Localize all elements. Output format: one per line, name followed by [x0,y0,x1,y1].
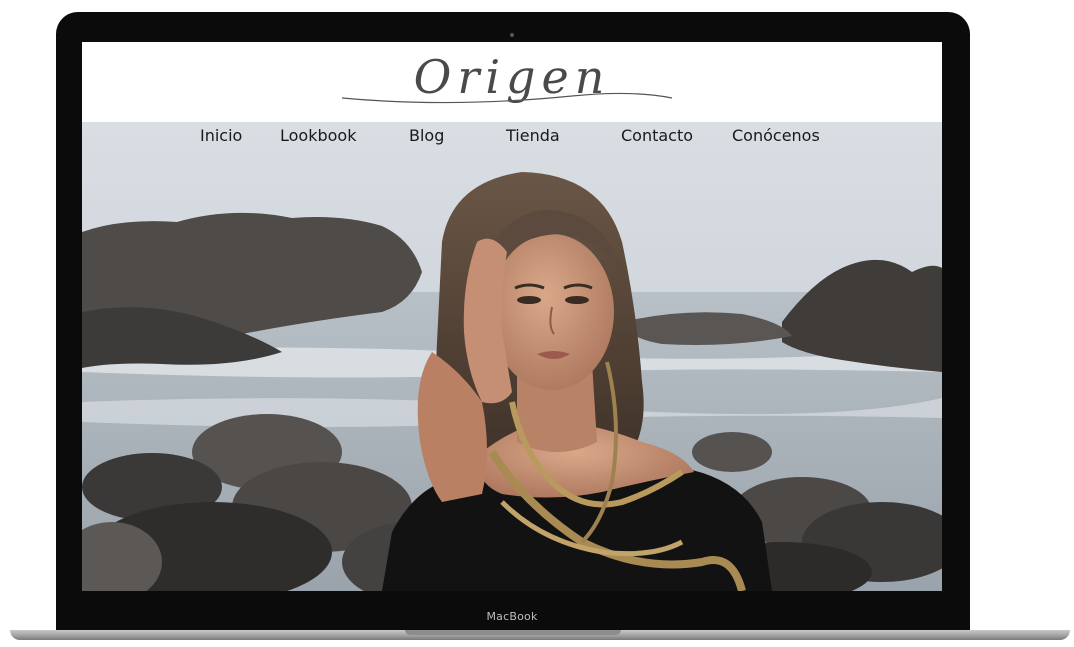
webcam-icon [510,33,514,37]
site-header: Origen [82,42,942,122]
nav-item-inicio[interactable]: Inicio [200,126,242,145]
laptop-base-notch [405,630,621,635]
nav-item-blog[interactable]: Blog [409,126,444,145]
nav-item-lookbook[interactable]: Lookbook [280,126,356,145]
device-brand-label: MacBook [486,610,538,623]
nav-item-contacto[interactable]: Contacto [621,126,693,145]
website-screen: Origen Inicio Lookbook Blog Tienda Conta… [82,42,942,591]
main-nav: Inicio Lookbook Blog Tienda Contacto Con… [82,126,942,152]
hero-image [82,122,942,591]
laptop-mockup: Origen Inicio Lookbook Blog Tienda Conta… [0,0,1074,647]
logo-swash-icon [341,92,673,104]
nav-item-tienda[interactable]: Tienda [506,126,560,145]
nav-item-conocenos[interactable]: Conócenos [732,126,820,145]
